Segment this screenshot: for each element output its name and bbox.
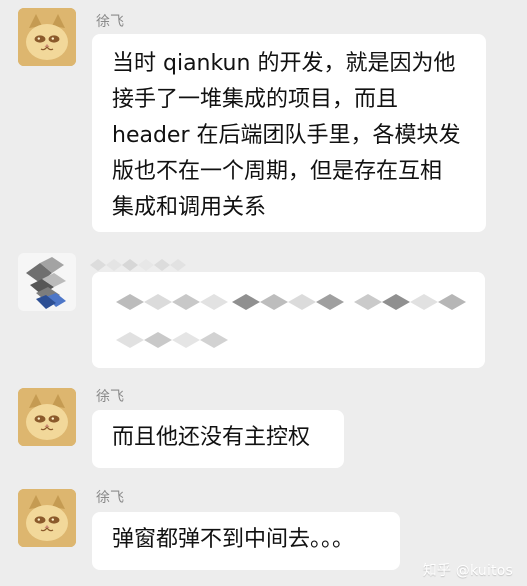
sender-name: 徐飞 xyxy=(96,389,124,405)
blurred-avatar xyxy=(18,253,76,311)
cat-face-icon xyxy=(18,388,76,446)
cat-avatar[interactable] xyxy=(18,8,76,66)
cat-avatar[interactable] xyxy=(18,489,76,547)
cat-face-icon xyxy=(18,8,76,66)
sender-name: 徐飞 xyxy=(96,490,124,506)
sender-name: 徐飞 xyxy=(96,14,124,30)
message-bubble[interactable]: 而且他还没有主控权 xyxy=(92,410,344,468)
message-bubble[interactable]: 当时 qiankun 的开发，就是因为他 接手了一堆集成的项目，而且 heade… xyxy=(92,34,486,232)
blurred-avatar-icon xyxy=(18,253,76,311)
cat-face-icon xyxy=(18,489,76,547)
chat-thread: 徐飞 当时 qiankun 的开发，就是因为他 接手了一堆集成的项目，而且 he… xyxy=(0,0,527,586)
blurred-message xyxy=(92,272,485,368)
cat-avatar[interactable] xyxy=(18,388,76,446)
watermark: 知乎 @kuitos xyxy=(422,563,513,579)
message-bubble[interactable]: 弹窗都弹不到中间去。。。 xyxy=(92,512,400,570)
blurred-message-icon xyxy=(92,272,485,368)
